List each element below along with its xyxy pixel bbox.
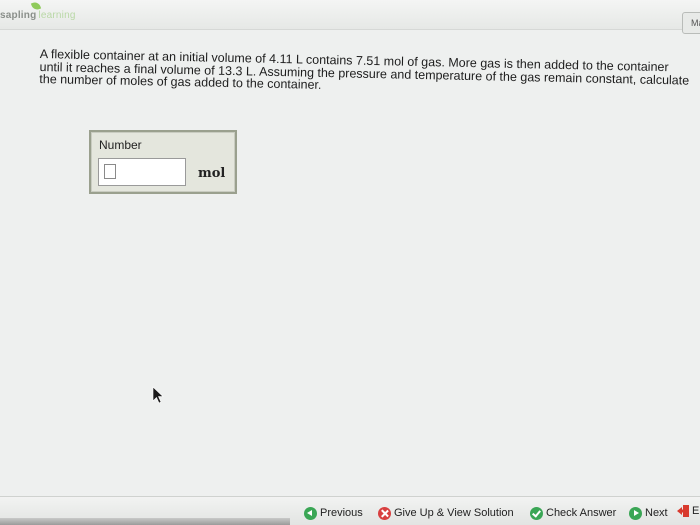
logo-text-sapling: sapling [0,10,37,21]
screen-edge [0,518,290,525]
answer-label: Number [99,138,142,152]
next-label: Next [645,507,668,519]
number-input[interactable] [98,158,186,186]
previous-arrow-icon [304,506,317,520]
give-up-label: Give Up & View Solution [394,507,514,519]
next-arrow-icon [629,506,642,520]
exit-icon[interactable] [676,504,690,518]
check-icon [530,506,543,520]
question-text: A flexible container at an initial volum… [39,47,690,92]
next-button[interactable]: Next [629,505,668,521]
give-up-button[interactable]: Give Up & View Solution [378,505,514,521]
check-answer-label: Check Answer [546,507,617,519]
answer-box: Number mol [89,130,237,194]
mouse-pointer-icon [152,386,164,404]
give-up-x-icon [378,506,391,520]
logo-text-learning: learning [38,10,76,21]
input-caret-box [104,164,116,179]
previous-label: Previous [320,507,363,519]
answer-unit: mol [198,166,226,181]
sapling-learning-logo: sapling learning [0,0,76,21]
exit-label[interactable]: E [692,505,699,517]
top-right-tab[interactable]: Ma [682,12,700,34]
top-bar [0,0,700,30]
previous-button[interactable]: Previous [304,505,363,521]
check-answer-button[interactable]: Check Answer [530,505,616,521]
